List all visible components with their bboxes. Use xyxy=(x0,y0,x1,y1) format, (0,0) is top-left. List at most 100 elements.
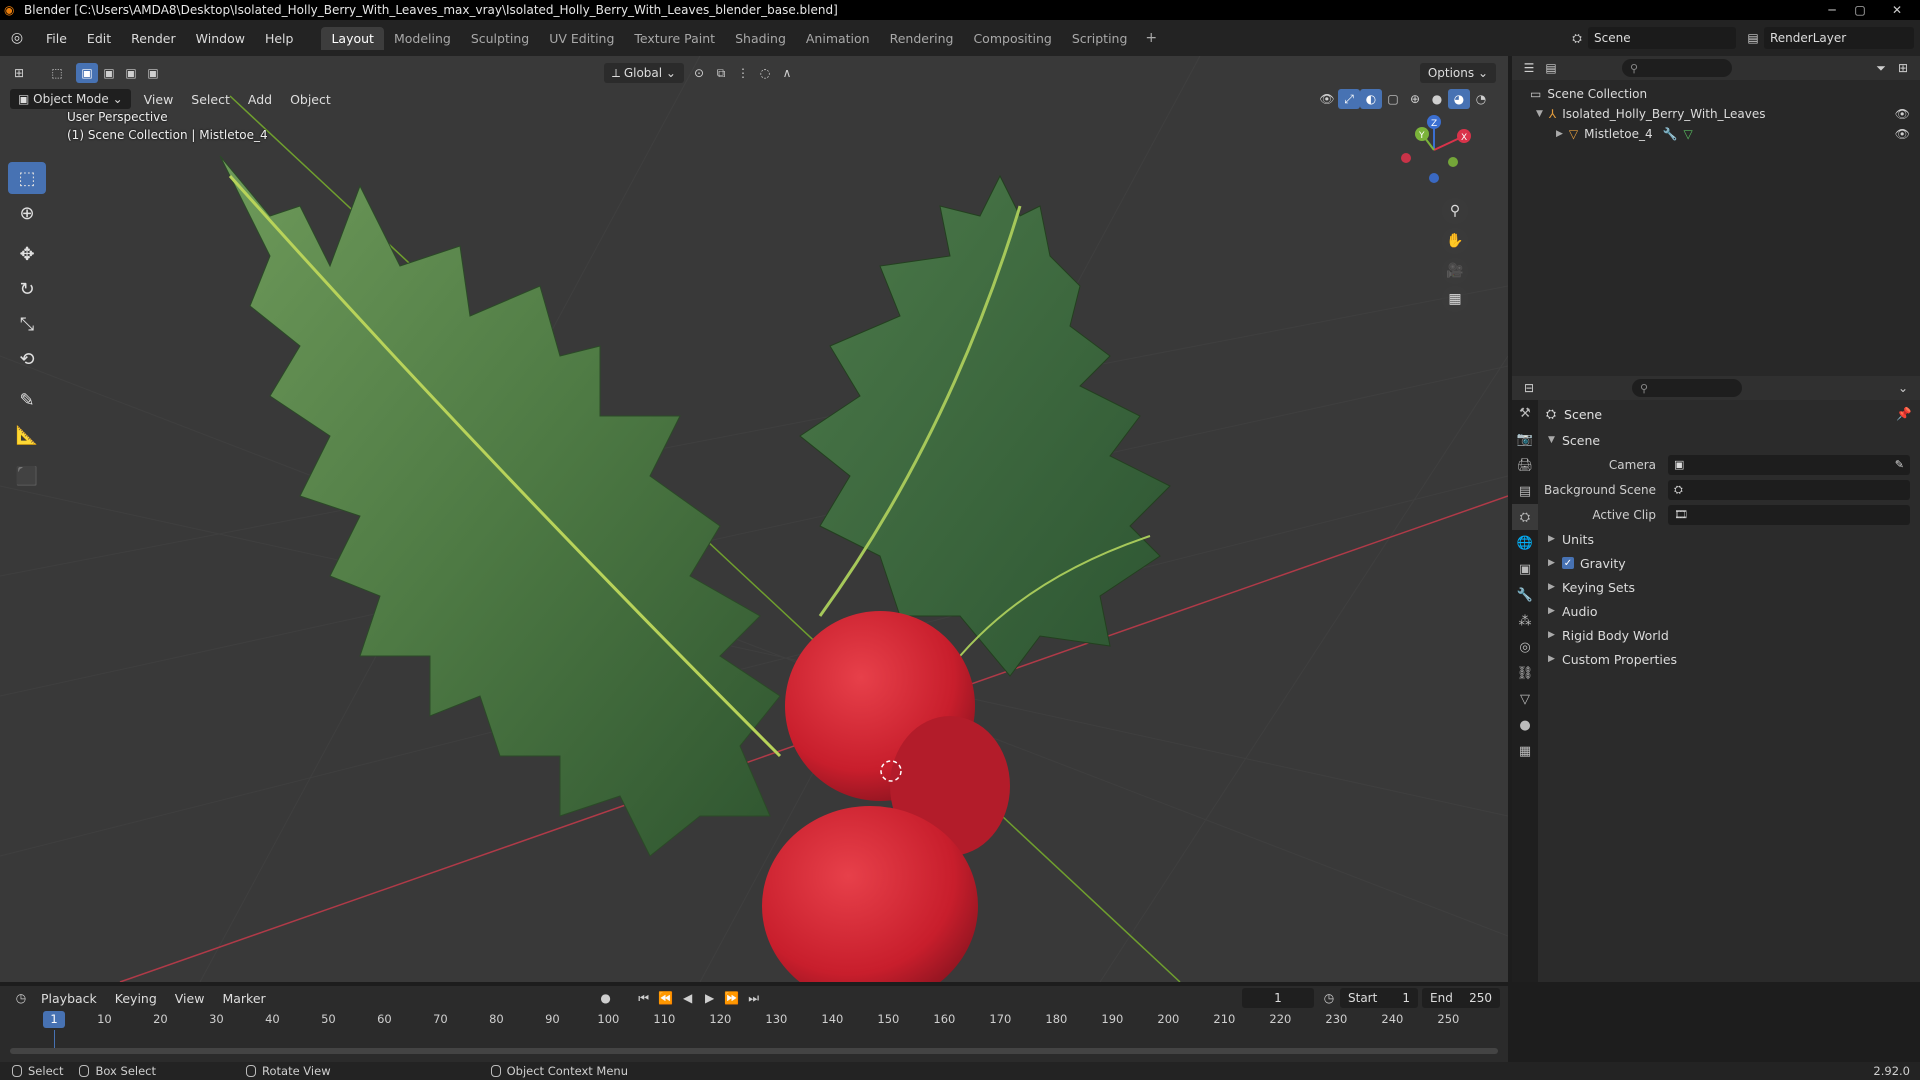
jump-keyframe-back-icon[interactable]: ⏪ xyxy=(655,988,677,1008)
visibility-eye-icon[interactable]: 👁 xyxy=(1895,107,1910,121)
solid-shading-icon[interactable]: ● xyxy=(1426,89,1448,109)
annotate-tool-icon[interactable]: ✎ xyxy=(8,384,46,416)
collapse-arrow-icon[interactable]: ▶ xyxy=(1556,129,1563,139)
tree-item-collection[interactable]: ▼ ⅄ Isolated_Holly_Berry_With_Leaves 👁 xyxy=(1512,104,1920,124)
properties-options-icon[interactable]: ⌄ xyxy=(1892,378,1914,398)
constraints-tab-icon[interactable]: ⛓ xyxy=(1512,660,1538,686)
background-scene-field[interactable]: ⛭ xyxy=(1668,479,1910,500)
viewport-menu-select[interactable]: Select xyxy=(182,92,239,107)
scene-tab-icon[interactable]: ⛭ xyxy=(1512,504,1538,530)
snap-icon[interactable]: ⧉ xyxy=(710,63,732,83)
view-layer-icon[interactable]: ▤ xyxy=(1742,28,1764,48)
panel-scene[interactable]: ▼ Scene xyxy=(1542,428,1916,452)
menu-help[interactable]: Help xyxy=(255,31,304,46)
play-icon[interactable]: ▶ xyxy=(699,988,721,1008)
select-mode-extend-icon[interactable]: ▣ xyxy=(98,63,120,83)
select-box-tool-icon[interactable]: ⬚ xyxy=(8,162,46,194)
minimize-icon[interactable]: ─ xyxy=(1818,0,1846,20)
timeline-ruler[interactable]: 1 10 20 30 40 50 60 70 80 90 100 110 120 130 140 150 16… xyxy=(0,1010,1508,1030)
viewport-menu-add[interactable]: Add xyxy=(239,92,281,107)
jump-end-icon[interactable]: ⏭ xyxy=(743,988,765,1008)
3d-viewport[interactable]: ⊞ ⬚ ▣ ▣ ▣ ▣ ⟂ Global ⌄ ⊙ ⧉ ⋮ ◌ ∧ Options… xyxy=(0,56,1508,982)
world-tab-icon[interactable]: 🌐 xyxy=(1512,530,1538,556)
proportional-edit-icon[interactable]: ◌ xyxy=(754,63,776,83)
tab-uv-editing[interactable]: UV Editing xyxy=(539,27,624,50)
auto-keying-icon[interactable]: ● xyxy=(595,988,617,1008)
move-tool-icon[interactable]: ✥ xyxy=(8,238,46,270)
timeline-scrollbar[interactable] xyxy=(10,1048,1498,1054)
gizmo-toggle-icon[interactable]: ⤢ xyxy=(1338,89,1360,109)
material-tab-icon[interactable]: ● xyxy=(1512,712,1538,738)
jump-keyframe-forward-icon[interactable]: ⏩ xyxy=(721,988,743,1008)
view-layer-field[interactable]: RenderLayer xyxy=(1764,27,1914,49)
pivot-icon[interactable]: ⊙ xyxy=(688,63,710,83)
snap-target-icon[interactable]: ⋮ xyxy=(732,63,754,83)
select-mode-new-icon[interactable]: ▣ xyxy=(76,63,98,83)
timeline-menu-marker[interactable]: Marker xyxy=(213,991,274,1006)
options-button[interactable]: Options ⌄ xyxy=(1419,63,1496,83)
playhead[interactable]: 1 xyxy=(43,1011,65,1028)
new-collection-icon[interactable]: ⊞ xyxy=(1892,58,1914,78)
tab-scripting[interactable]: Scripting xyxy=(1062,27,1138,50)
particles-tab-icon[interactable]: ⁂ xyxy=(1512,608,1538,634)
pan-hand-icon[interactable]: ✋ xyxy=(1442,228,1468,254)
display-mode-icon[interactable]: ▤ xyxy=(1540,58,1562,78)
add-workspace-icon[interactable]: + xyxy=(1137,30,1165,46)
maximize-icon[interactable]: ▢ xyxy=(1846,0,1874,20)
physics-tab-icon[interactable]: ◎ xyxy=(1512,634,1538,660)
scene-field[interactable]: Scene xyxy=(1588,27,1736,49)
tab-animation[interactable]: Animation xyxy=(796,27,880,50)
panel-keying-sets[interactable]: ▶ Keying Sets xyxy=(1542,575,1916,599)
outliner-editor-type-icon[interactable]: ☰ xyxy=(1518,58,1540,78)
camera-view-icon[interactable]: 🎥 xyxy=(1442,258,1468,284)
expand-arrow-icon[interactable]: ▼ xyxy=(1536,109,1543,119)
scale-tool-icon[interactable]: ⤡ xyxy=(8,308,46,340)
overlay-toggle-icon[interactable]: ◐ xyxy=(1360,89,1382,109)
add-cube-tool-icon[interactable]: ⬛ xyxy=(8,460,46,492)
panel-rigid-body-world[interactable]: ▶ Rigid Body World xyxy=(1542,623,1916,647)
panel-units[interactable]: ▶ Units xyxy=(1542,527,1916,551)
texture-tab-icon[interactable]: ▦ xyxy=(1512,738,1538,764)
menu-render[interactable]: Render xyxy=(121,31,186,46)
viewport-menu-view[interactable]: View xyxy=(135,92,183,107)
camera-field[interactable]: ▣ ✎ xyxy=(1668,454,1910,475)
transform-orientation-dropdown[interactable]: ⟂ Global ⌄ xyxy=(604,63,684,83)
wireframe-shading-icon[interactable]: ⊕ xyxy=(1404,89,1426,109)
viewport-menu-object[interactable]: Object xyxy=(281,92,340,107)
tab-compositing[interactable]: Compositing xyxy=(963,27,1061,50)
tab-sculpting[interactable]: Sculpting xyxy=(461,27,539,50)
gravity-checkbox[interactable]: ✓ xyxy=(1562,557,1574,569)
menu-window[interactable]: Window xyxy=(186,31,255,46)
panel-audio[interactable]: ▶ Audio xyxy=(1542,599,1916,623)
panel-custom-properties[interactable]: ▶ Custom Properties xyxy=(1542,647,1916,671)
select-tool-icon[interactable]: ⬚ xyxy=(46,63,68,83)
tab-layout[interactable]: Layout xyxy=(321,26,384,50)
transform-tool-icon[interactable]: ⟲ xyxy=(8,343,46,375)
panel-gravity[interactable]: ▶ ✓ Gravity xyxy=(1542,551,1916,575)
tree-item-scene-collection[interactable]: ▭ Scene Collection xyxy=(1512,84,1920,104)
timeline-menu-keying[interactable]: Keying xyxy=(106,991,166,1006)
current-frame-field[interactable]: 1 xyxy=(1242,988,1314,1008)
measure-tool-icon[interactable]: 📐 xyxy=(8,419,46,451)
select-mode-subtract-icon[interactable]: ▣ xyxy=(120,63,142,83)
outliner-search-input[interactable]: ⚲ xyxy=(1622,59,1732,77)
perspective-grid-icon[interactable]: ▦ xyxy=(1442,286,1468,312)
rendered-shading-icon[interactable]: ◔ xyxy=(1470,89,1492,109)
object-tab-icon[interactable]: ▣ xyxy=(1512,556,1538,582)
play-reverse-icon[interactable]: ◀ xyxy=(677,988,699,1008)
data-tab-icon[interactable]: ▽ xyxy=(1512,686,1538,712)
visibility-eye-icon[interactable]: 👁 xyxy=(1895,127,1910,141)
close-icon[interactable]: ✕ xyxy=(1874,0,1920,20)
tab-rendering[interactable]: Rendering xyxy=(880,27,964,50)
menu-file[interactable]: File xyxy=(36,31,77,46)
falloff-icon[interactable]: ∧ xyxy=(776,63,798,83)
navigation-gizmo[interactable]: Z X Y ⚲ ✋ 🎥 ▦ xyxy=(1384,110,1484,312)
properties-editor-type-icon[interactable]: ⊟ xyxy=(1518,378,1540,398)
tree-item-object[interactable]: ▶ ▽ Mistletoe_4 🔧 ▽ 👁 xyxy=(1512,124,1920,144)
menu-edit[interactable]: Edit xyxy=(77,31,121,46)
timeline-menu-view[interactable]: View xyxy=(166,991,214,1006)
visibility-icon[interactable]: 👁 xyxy=(1316,89,1338,109)
material-shading-icon[interactable]: ◕ xyxy=(1448,89,1470,109)
blender-menu-icon[interactable]: ◎ xyxy=(6,27,28,49)
select-mode-intersect-icon[interactable]: ▣ xyxy=(142,63,164,83)
